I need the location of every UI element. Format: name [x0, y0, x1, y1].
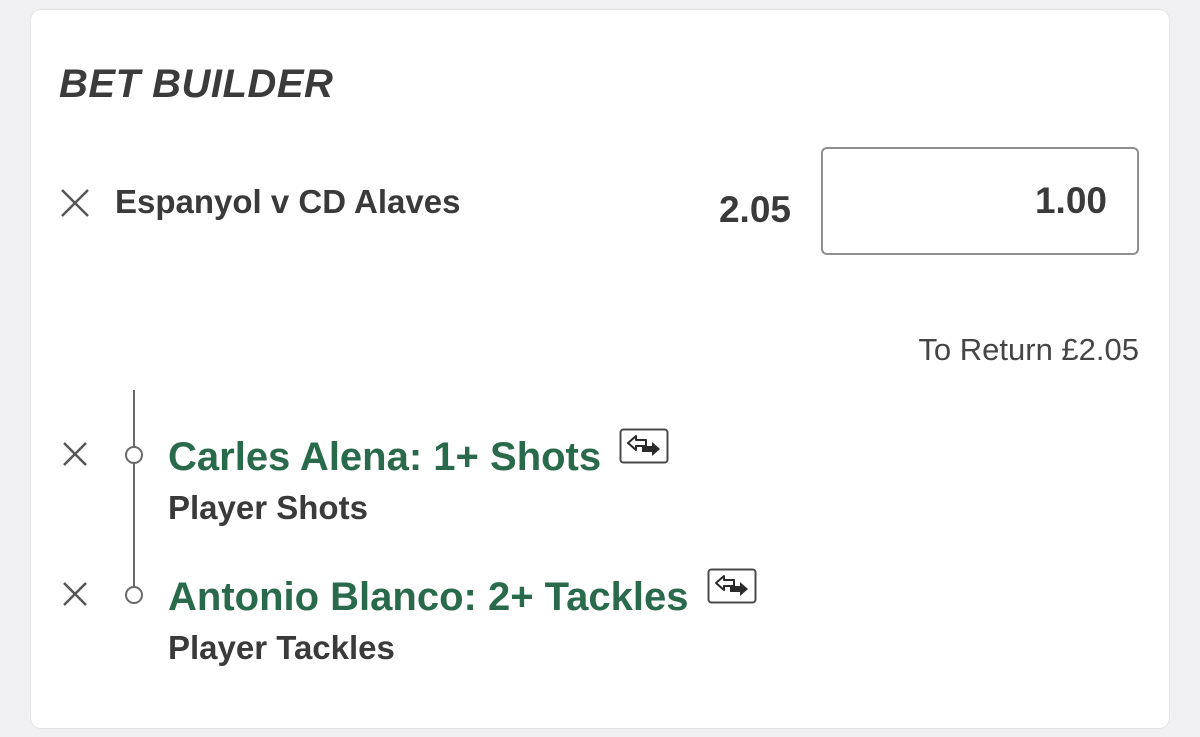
selection-market: Player Shots — [168, 489, 368, 526]
stake-input[interactable] — [821, 147, 1139, 255]
remove-selection-close-icon[interactable] — [61, 440, 89, 468]
bet-builder-card: BET BUILDER Espanyol v CD Alaves 2.05 To… — [31, 10, 1169, 728]
event-name: Espanyol v CD Alaves — [115, 183, 461, 220]
bet-builder-title: BET BUILDER — [59, 62, 334, 106]
swap-icon[interactable] — [707, 568, 757, 604]
selection-node-dot — [125, 446, 143, 464]
remove-selection-close-icon[interactable] — [61, 580, 89, 608]
selections-connector-line — [133, 390, 135, 593]
selection-name[interactable]: Antonio Blanco: 2+ Tackles — [168, 568, 757, 620]
event-odds: 2.05 — [718, 189, 791, 230]
to-return-text: To Return £2.05 — [918, 332, 1139, 367]
swap-icon[interactable] — [619, 428, 669, 464]
remove-event-close-icon[interactable] — [59, 187, 91, 219]
selection-name-label: Antonio Blanco: 2+ Tackles — [168, 575, 689, 619]
selection-market: Player Tackles — [168, 629, 395, 666]
selection-node-dot — [125, 586, 143, 604]
selection-name[interactable]: Carles Alena: 1+ Shots — [168, 428, 669, 480]
selection-name-label: Carles Alena: 1+ Shots — [168, 435, 602, 479]
